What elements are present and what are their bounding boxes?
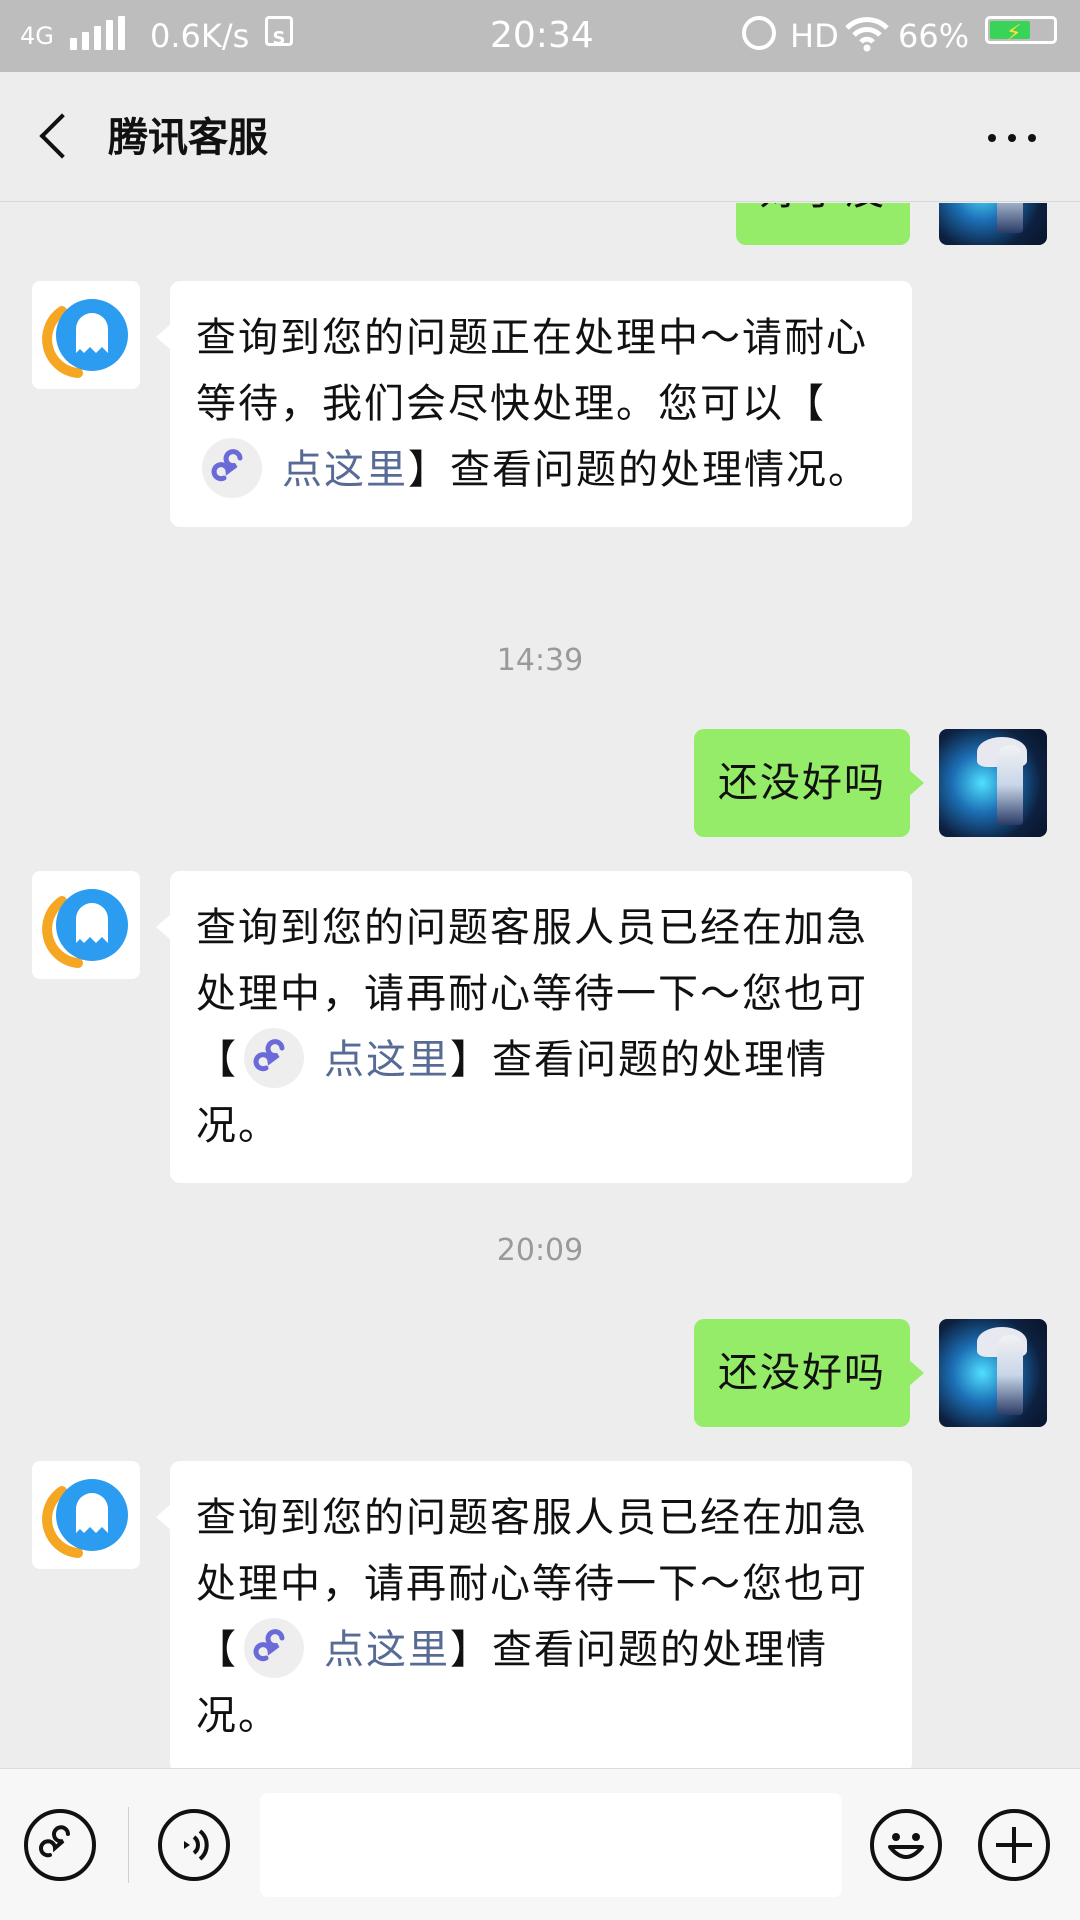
page-title: 腾讯客服	[108, 115, 268, 161]
input-bar	[0, 1768, 1080, 1920]
message-text: 查询到您的问题正在处理中～请耐心等待，我们会尽快处理。您可以【	[196, 315, 868, 427]
hd-indicator: HD	[790, 17, 839, 55]
status-bar: 4G 0.6K/s S 20:34 HD 66% ⚡	[0, 0, 1080, 72]
chat-header: 腾讯客服	[0, 72, 1080, 202]
wifi-icon	[844, 16, 890, 61]
message-text: 还没好吗	[718, 760, 886, 806]
alarm-icon	[742, 16, 776, 50]
battery-percent: 66%	[898, 17, 970, 55]
link-label: 点这里	[324, 1037, 450, 1083]
user-avatar[interactable]	[939, 729, 1047, 837]
outgoing-message[interactable]: 好了没	[736, 203, 924, 245]
network-type: 4G	[20, 22, 54, 50]
link-label: 点这里	[324, 1627, 450, 1673]
qq-service-avatar[interactable]	[32, 1461, 140, 1569]
outgoing-message[interactable]: 还没好吗	[694, 1319, 924, 1427]
timestamp: 14:39	[496, 643, 584, 678]
user-avatar[interactable]	[939, 1319, 1047, 1427]
clock: 20:34	[490, 15, 594, 56]
chevron-left-icon[interactable]	[30, 110, 80, 166]
outgoing-message[interactable]: 还没好吗	[694, 729, 924, 837]
mini-program-icon	[244, 1618, 304, 1678]
link-label: 点这里	[282, 447, 408, 493]
message-text: 还没好吗	[718, 1350, 886, 1396]
message-text: 好了没	[760, 203, 886, 214]
mini-program-icon[interactable]	[24, 1809, 96, 1881]
qq-service-avatar[interactable]	[32, 871, 140, 979]
mini-program-icon	[244, 1028, 304, 1088]
message-list[interactable]: 好了没 查询到您的问题正在处理中～请耐心等待，我们会尽快处理。您可以【点这里】查…	[0, 203, 1080, 1768]
battery-icon: ⚡	[985, 16, 1057, 46]
more-dots-icon[interactable]	[984, 130, 1040, 146]
user-avatar[interactable]	[939, 203, 1047, 245]
divider	[128, 1807, 129, 1883]
mini-program-icon	[202, 438, 262, 498]
incoming-message[interactable]: 查询到您的问题客服人员已经在加急处理中，请再耐心等待一下～您也可【 点这里】查看问…	[156, 871, 912, 1183]
message-input[interactable]	[260, 1793, 842, 1897]
incoming-message[interactable]: 查询到您的问题客服人员已经在加急处理中，请再耐心等待一下～您也可【 点这里】查看问…	[156, 1461, 912, 1768]
timestamp: 20:09	[496, 1233, 584, 1268]
sim-card-icon: S	[265, 16, 293, 49]
incoming-message[interactable]: 查询到您的问题正在处理中～请耐心等待，我们会尽快处理。您可以【点这里】查看问题的…	[156, 281, 912, 527]
message-text-tail: 】查看问题的处理情况。	[408, 447, 870, 493]
plus-icon[interactable]	[978, 1809, 1050, 1881]
mini-program-link[interactable]: 点这里	[238, 1027, 450, 1093]
voice-icon[interactable]	[158, 1809, 230, 1881]
network-speed: 0.6K/s	[150, 17, 250, 55]
mini-program-link[interactable]: 点这里	[196, 437, 408, 503]
emoji-icon[interactable]	[870, 1809, 942, 1881]
mini-program-link[interactable]: 点这里	[238, 1617, 450, 1683]
signal-icon	[70, 16, 126, 50]
qq-service-avatar[interactable]	[32, 281, 140, 389]
